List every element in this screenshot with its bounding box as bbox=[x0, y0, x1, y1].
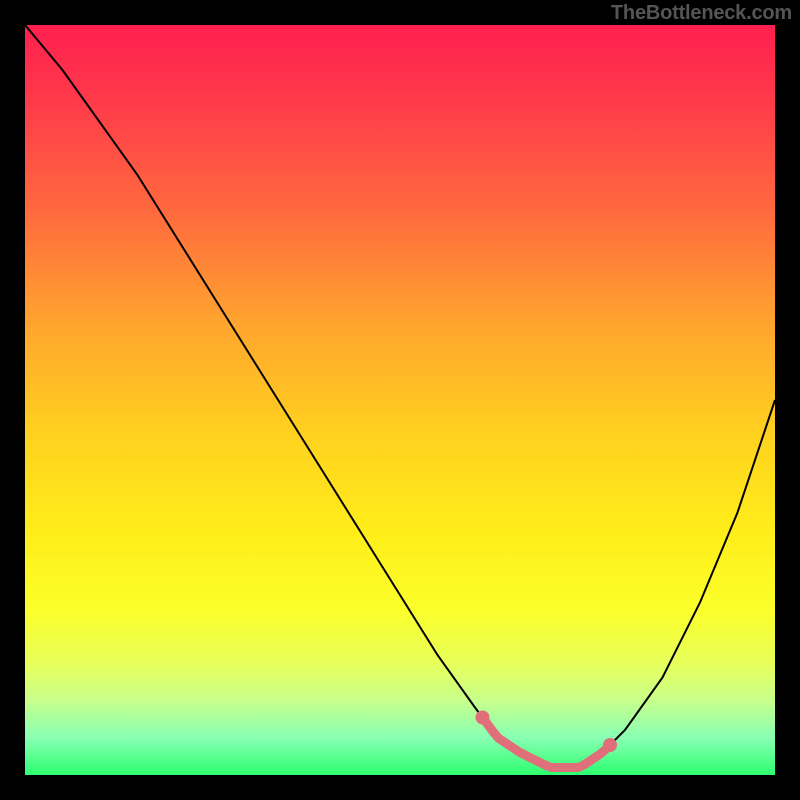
bottleneck-curve bbox=[25, 25, 775, 768]
optimal-range-end-dot bbox=[603, 738, 617, 752]
optimal-range-start-dot bbox=[476, 711, 490, 725]
optimal-range-highlight bbox=[483, 718, 611, 768]
plot-area bbox=[25, 25, 775, 775]
chart-container: TheBottleneck.com bbox=[0, 0, 800, 800]
curve-svg bbox=[25, 25, 775, 775]
attribution-text: TheBottleneck.com bbox=[611, 2, 792, 25]
